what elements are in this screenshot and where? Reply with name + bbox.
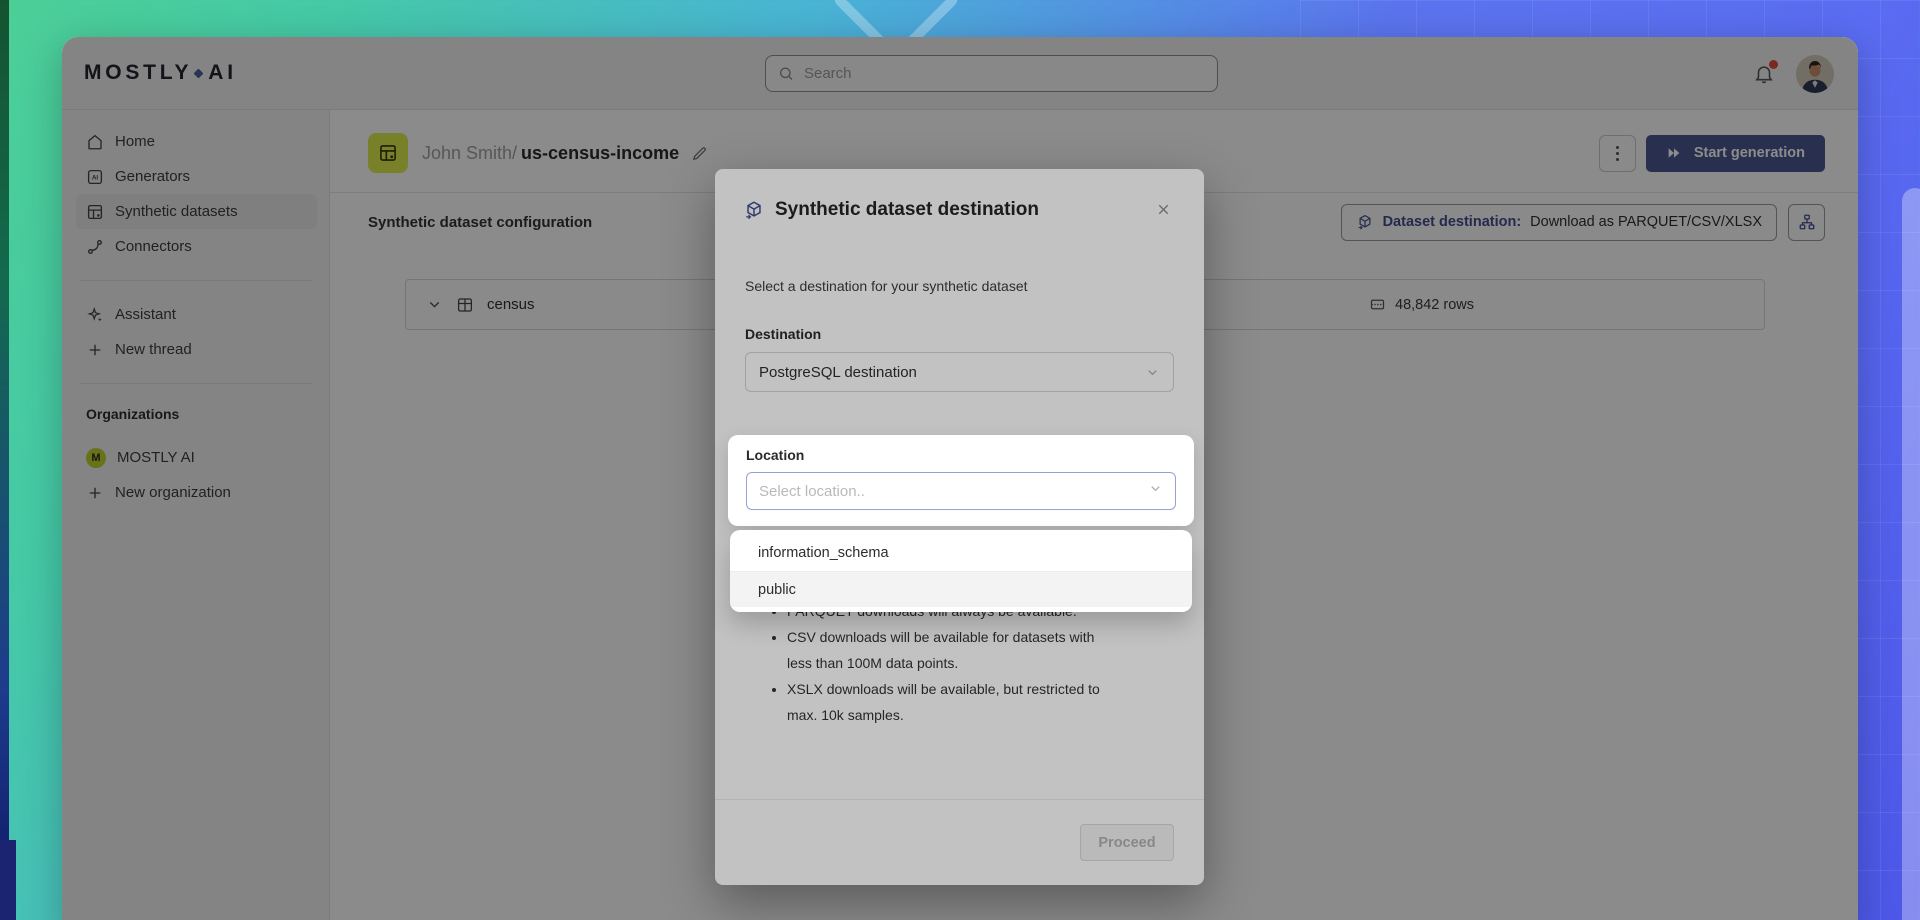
modal-title: Synthetic dataset destination xyxy=(775,199,1039,221)
download-notes-list: PARQUET downloads will always be availab… xyxy=(767,598,1119,728)
location-field-label: Location xyxy=(746,447,1176,463)
chevron-down-icon xyxy=(1148,481,1163,501)
modal-header: Synthetic dataset destination xyxy=(715,169,1204,222)
proceed-button[interactable]: Proceed xyxy=(1080,824,1174,861)
location-option-public[interactable]: public xyxy=(730,571,1192,607)
cube-destination-icon xyxy=(743,199,765,221)
location-field-panel: Location xyxy=(728,435,1194,526)
background-left-edge xyxy=(0,0,9,920)
desktop: { "colors": { "accent_navy": "#414d8c", … xyxy=(0,0,1920,920)
location-option-information-schema[interactable]: information_schema xyxy=(730,535,1192,571)
modal-close-button[interactable] xyxy=(1151,197,1176,222)
location-input[interactable] xyxy=(759,483,1148,500)
close-icon xyxy=(1155,201,1172,218)
synthetic-dataset-destination-modal: Synthetic dataset destination Select a d… xyxy=(715,169,1204,885)
destination-select-value: PostgreSQL destination xyxy=(759,364,917,381)
modal-footer: Proceed xyxy=(715,799,1204,885)
location-options-dropdown: information_schema public xyxy=(730,530,1192,612)
destination-select[interactable]: PostgreSQL destination xyxy=(745,352,1174,392)
destination-field-label: Destination xyxy=(715,326,1204,342)
note-item: XSLX downloads will be available, but re… xyxy=(787,676,1119,728)
background-scrollbar-shape xyxy=(1902,188,1920,920)
modal-subtitle: Select a destination for your synthetic … xyxy=(715,278,1204,294)
app-window: MOSTLY AI Home xyxy=(62,37,1858,920)
location-popover: Location information_schema public xyxy=(728,435,1194,612)
location-select[interactable] xyxy=(746,472,1176,510)
background-corner-decor xyxy=(0,840,16,920)
note-item: CSV downloads will be available for data… xyxy=(787,624,1119,676)
chevron-down-icon xyxy=(1145,365,1160,380)
